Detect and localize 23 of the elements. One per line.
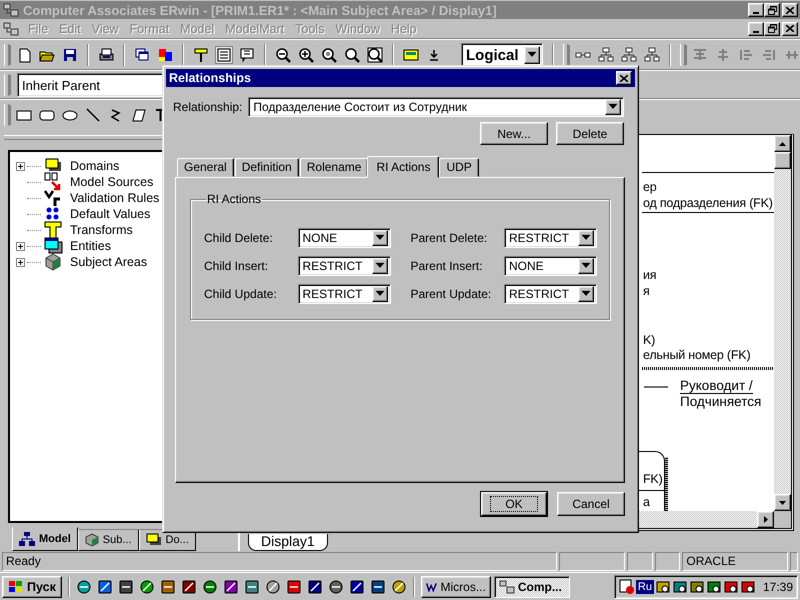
attribute-text: од подразделения (FK) [643, 195, 773, 211]
dialog-title: Relationships [169, 71, 251, 85]
field-label: Parent Insert: [410, 259, 484, 273]
group-title: RI Actions [206, 192, 262, 206]
attribute-text: K) [643, 332, 656, 348]
clock: 17:39 [762, 580, 793, 594]
field-label: Child Delete: [204, 231, 274, 245]
relationship-label: Руководит / [680, 378, 753, 394]
field-label: Parent Update: [410, 287, 492, 301]
attribute-text: ер [643, 179, 657, 195]
attribute-text: FK) [643, 471, 663, 487]
status-text: Ready [2, 552, 557, 571]
attribute-text: а [643, 494, 650, 510]
attribute-text: я [643, 283, 650, 299]
field-label: Child Insert: [204, 259, 270, 273]
relationship-label: Подчиняется [680, 394, 762, 409]
database-status: ORACLE [682, 552, 788, 571]
attribute-text: ельный номер (FK) [643, 347, 750, 363]
field-label: Child Update: [204, 287, 278, 301]
field-label: Relationship: [173, 100, 242, 114]
window-title: Computer Associates ERwin - [PRIM1.ER1* : <Main Subject Area> / Display1] [23, 2, 497, 18]
attribute-text: ия [643, 267, 656, 283]
field-label: Parent Delete: [410, 231, 488, 245]
